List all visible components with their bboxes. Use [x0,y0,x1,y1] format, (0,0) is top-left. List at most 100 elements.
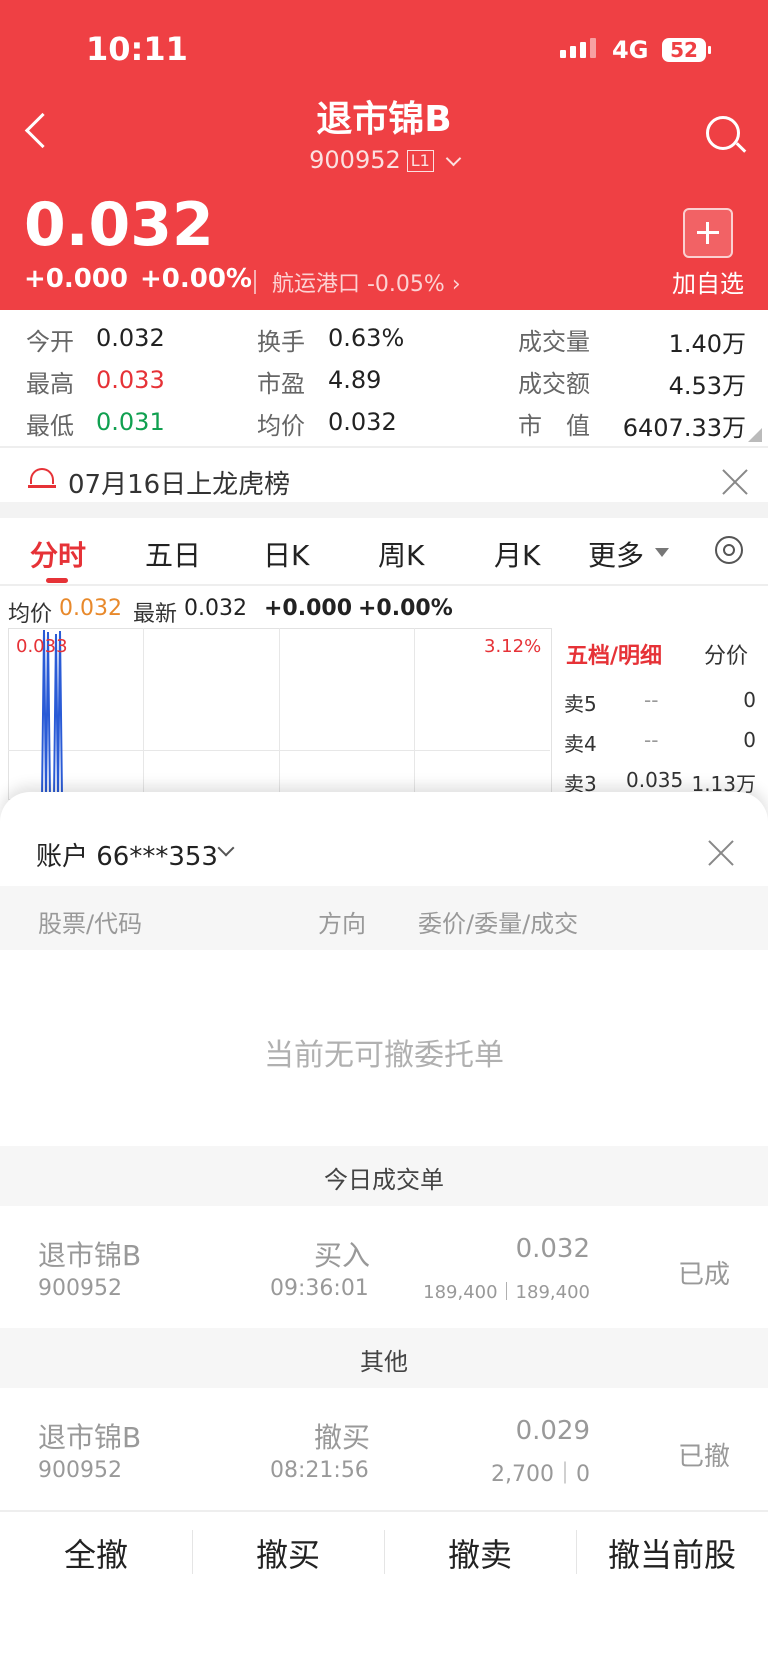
row-status: 已撤 [678,1442,731,1472]
amount-label: 成交额 [518,370,590,398]
status-time: 10:11 [86,30,188,68]
stock-code: 900952 [309,146,401,174]
search-icon[interactable] [706,116,740,150]
tab-five-day[interactable]: 五日 [145,534,201,574]
chart-latest-label: 最新 [133,602,178,627]
divider [551,628,552,798]
section-gap [0,502,768,518]
account-selector[interactable]: 账户 66***353 [36,836,218,873]
close-notice-icon[interactable] [720,468,748,496]
stock-code-selector[interactable]: 900952 L1 [0,146,768,174]
alarm-icon-base [28,485,56,488]
add-watchlist-button[interactable] [683,208,733,258]
tab-more[interactable]: 更多 [588,534,644,574]
chevron-right-icon: › [451,272,461,297]
cancel-sell-button[interactable]: 撤卖 [384,1510,576,1600]
row-stock-name: 退市锦B [38,1239,142,1272]
pe-value: 4.89 [328,366,382,394]
cancel-buy-button[interactable]: 撤买 [192,1510,384,1600]
price-change-pct: +0.00% [140,264,252,294]
tab-price-distribution[interactable]: 分价 [704,638,748,670]
ob-price: 0.035 [626,768,684,792]
ob-volume: 0 [743,728,756,752]
row-quantity: 2,700｜0 [491,1462,590,1487]
network-type: 4G [612,36,649,64]
chart-avg-value: 0.032 [59,596,122,621]
open-value: 0.032 [96,324,165,352]
row-stock-code: 900952 [38,1458,122,1483]
signal-icon [560,38,596,58]
amount-value: 4.53万 [668,372,746,400]
close-sheet-icon[interactable] [706,839,734,867]
alarm-icon [30,468,54,484]
cancel-current-stock-button[interactable]: 撤当前股 [576,1510,768,1600]
divider [254,270,256,294]
tab-week-k[interactable]: 周K [378,534,424,574]
high-value: 0.033 [96,366,165,394]
row-time: 08:21:56 [270,1458,369,1483]
dragon-tiger-notice[interactable]: 07月16日上龙虎榜 [68,464,290,501]
market-cap-value: 6407.33万 [622,414,746,442]
empty-orders-text: 当前无可撤委托单 [264,1038,504,1073]
level-badge: L1 [406,150,434,172]
market-cap-label: 市 值 [518,412,590,440]
section-today-label: 今日成交单 [324,1166,444,1194]
ob-label: 卖4 [564,732,597,756]
tab-intraday[interactable]: 分时 [30,534,86,574]
col-stock: 股票/代码 [38,910,143,938]
settings-icon[interactable] [715,536,743,564]
sector-text: 航运港口 -0.05% [272,272,445,297]
turnover-value: 0.63% [328,324,405,352]
caret-down-icon [655,548,669,557]
ob-price: -- [644,688,659,712]
ob-price: -- [644,728,659,752]
avg-price-value: 0.032 [328,408,397,436]
tab-order-book[interactable]: 五档/明细 [566,638,662,670]
pe-label: 市盈 [257,370,305,398]
price-line [41,629,63,798]
low-label: 最低 [26,412,74,440]
turnover-label: 换手 [257,328,305,356]
divider [0,446,768,448]
row-price: 0.029 [515,1416,590,1446]
col-price: 委价/委量/成交 [418,910,579,938]
volume-label: 成交量 [518,328,590,356]
row-price: 0.032 [515,1234,590,1264]
expand-corner-icon[interactable] [748,428,762,442]
chart-change: +0.000 [264,596,353,621]
battery-tip [708,46,711,54]
tab-day-k[interactable]: 日K [263,534,309,574]
row-time: 09:36:01 [270,1276,369,1301]
section-other-label: 其他 [360,1348,408,1376]
row-stock-name: 退市锦B [38,1421,142,1454]
current-price: 0.032 [24,190,214,260]
volume-value: 1.40万 [668,330,746,358]
row-direction: 撤买 [314,1421,371,1454]
sector-link[interactable]: 航运港口 -0.05% › [272,266,461,298]
stock-header: 10:11 4G 52 退市锦B 900952 L1 0.032 +0.000 +… [0,0,768,310]
battery-icon: 52 [662,38,706,62]
high-label: 最高 [26,370,74,398]
price-change: +0.000 [24,264,129,294]
row-quantity: 189,400｜189,400 [423,1282,590,1303]
chart-top-price: 0.033 [16,636,68,657]
chart-change-pct: +0.00% [358,596,453,621]
chart-latest-value: 0.032 [184,596,247,621]
row-stock-code: 900952 [38,1276,122,1301]
chart-top-pct: 3.12% [484,636,542,657]
stock-name: 退市锦B [316,99,452,140]
cancel-all-button[interactable]: 全撤 [0,1510,192,1600]
open-label: 今开 [26,328,74,356]
col-direction: 方向 [318,910,366,938]
chart-avg-label: 均价 [8,602,53,627]
row-status: 已成 [678,1260,731,1290]
low-value: 0.031 [96,408,165,436]
ob-volume: 0 [743,688,756,712]
ob-label: 卖5 [564,692,597,716]
add-watchlist-label[interactable]: 加自选 [672,264,744,299]
divider [0,584,768,586]
row-direction: 买入 [314,1239,371,1272]
chevron-down-icon [445,150,462,167]
avg-price-label: 均价 [257,412,305,440]
tab-month-k[interactable]: 月K [494,534,540,574]
